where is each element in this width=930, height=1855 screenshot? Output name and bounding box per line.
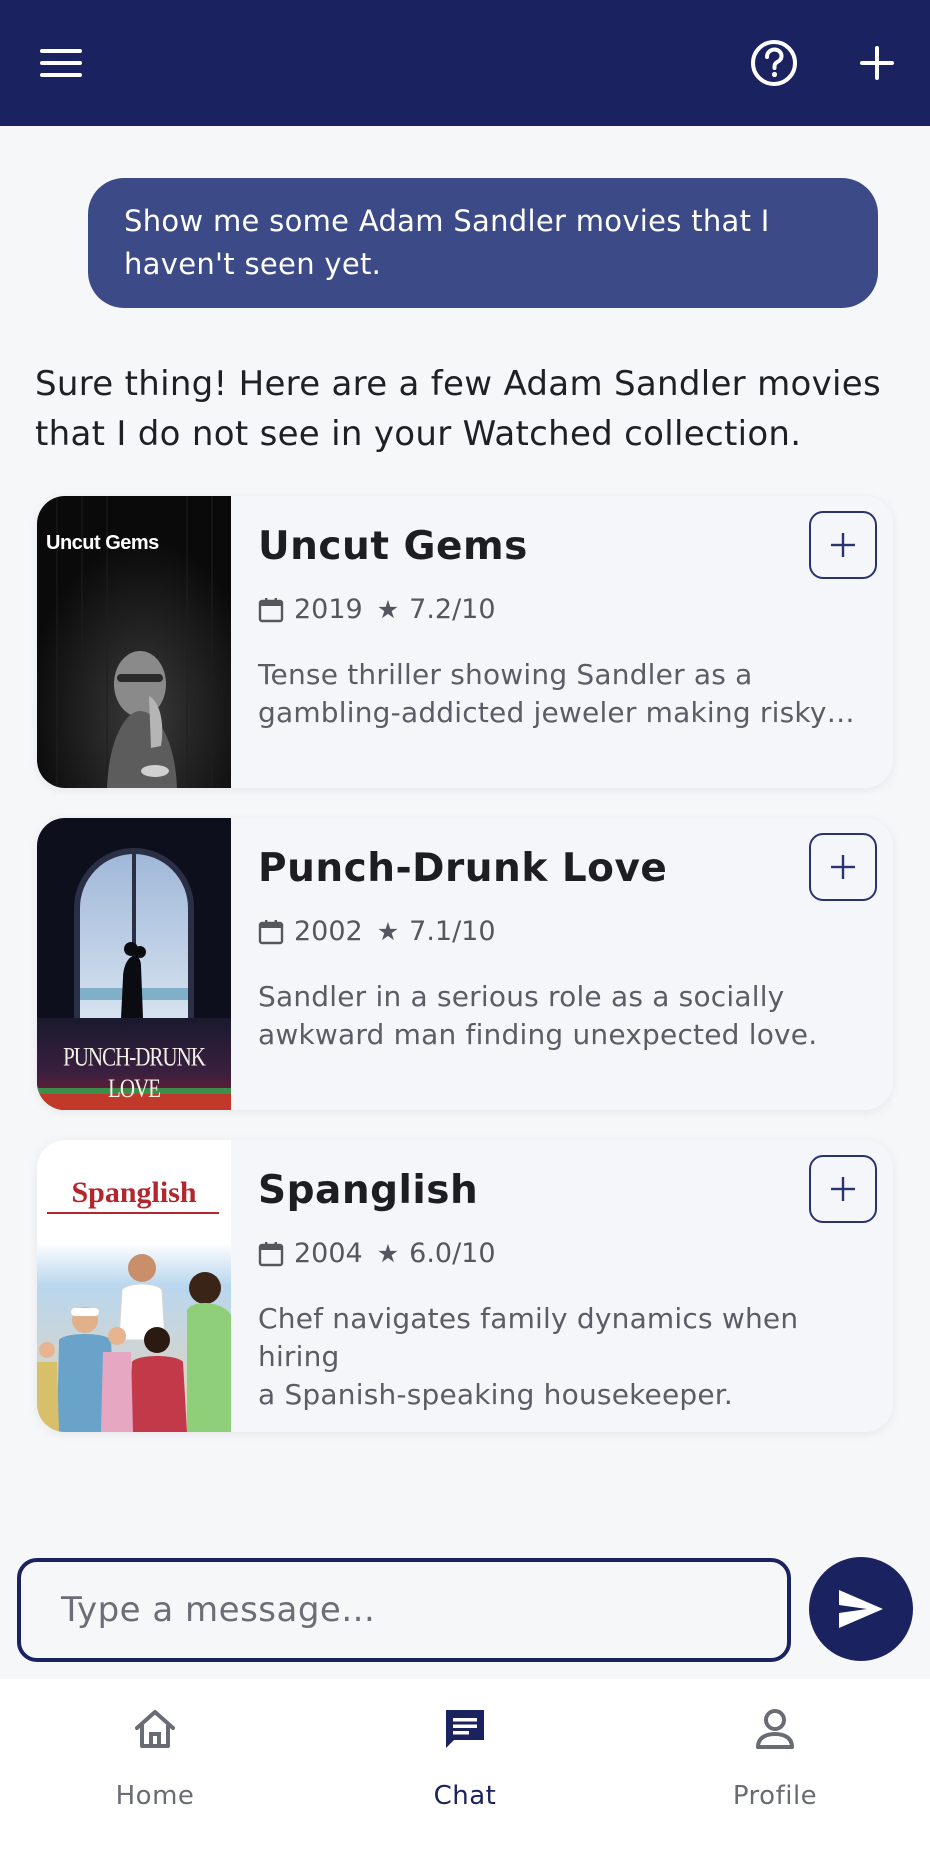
menu-icon bbox=[40, 49, 82, 77]
movie-description: Tense thriller showing Sandler as a gamb… bbox=[258, 656, 858, 732]
movie-meta: 2019 ★ 7.2/10 bbox=[258, 594, 496, 625]
movie-rating: 7.1/10 bbox=[409, 916, 496, 947]
movie-meta: 2002 ★ 7.1/10 bbox=[258, 916, 496, 947]
star-icon: ★ bbox=[376, 1239, 400, 1268]
plus-icon bbox=[860, 46, 894, 80]
profile-icon bbox=[749, 1703, 801, 1755]
description-line: Sandler in a serious role as a socially bbox=[258, 980, 785, 1013]
add-to-watchlist-button[interactable] bbox=[809, 511, 877, 579]
poster-title: Spanglish bbox=[71, 1176, 197, 1209]
movie-title: Spanglish bbox=[258, 1168, 479, 1213]
description-line: Chef navigates family dynamics when hiri… bbox=[258, 1302, 799, 1373]
movie-year: 2019 bbox=[294, 594, 363, 625]
message-input[interactable] bbox=[17, 1558, 791, 1662]
movie-poster: Uncut Gems bbox=[37, 496, 231, 788]
app-header bbox=[0, 0, 930, 126]
calendar-icon bbox=[258, 597, 284, 622]
nav-label: Profile bbox=[732, 1781, 818, 1811]
movie-title: Uncut Gems bbox=[258, 524, 528, 569]
description-line: awkward man finding unexpected love. bbox=[258, 1018, 818, 1051]
movie-meta: 2004 ★ 6.0/10 bbox=[258, 1238, 496, 1269]
description-line: Tense thriller showing Sandler as a bbox=[258, 658, 753, 691]
movie-description: Chef navigates family dynamics when hiri… bbox=[258, 1300, 858, 1414]
description-line: gambling-addicted jeweler making risky b… bbox=[258, 696, 858, 729]
movie-rating: 7.2/10 bbox=[409, 594, 496, 625]
star-icon: ★ bbox=[376, 595, 400, 624]
plus-icon bbox=[831, 855, 855, 879]
plus-icon bbox=[831, 1177, 855, 1201]
menu-button[interactable] bbox=[31, 33, 91, 93]
chat-icon bbox=[439, 1703, 491, 1755]
help-circle-icon bbox=[751, 40, 797, 86]
movie-card[interactable]: Spanglish Spanglish 2004 ★ 6.0/10 Chef n… bbox=[37, 1140, 893, 1432]
movie-card[interactable]: Uncut Gems Uncut Gems 2019 ★ 7.2/10 Tens… bbox=[37, 496, 893, 788]
add-to-watchlist-button[interactable] bbox=[809, 833, 877, 901]
plus-icon bbox=[831, 533, 855, 557]
poster-title: Uncut Gems bbox=[46, 532, 159, 554]
help-button[interactable] bbox=[744, 33, 804, 93]
send-button[interactable] bbox=[809, 1557, 913, 1661]
movie-poster: PUNCH-DRUNK LOVE bbox=[37, 818, 231, 1110]
new-chat-button[interactable] bbox=[847, 33, 907, 93]
movie-rating: 6.0/10 bbox=[409, 1238, 496, 1269]
description-line: a Spanish-speaking housekeeper. bbox=[258, 1378, 734, 1411]
send-icon bbox=[839, 1590, 883, 1628]
calendar-icon bbox=[258, 919, 284, 944]
nav-label: Home bbox=[115, 1781, 195, 1811]
add-to-watchlist-button[interactable] bbox=[809, 1155, 877, 1223]
nav-item-home[interactable]: Home bbox=[35, 1679, 275, 1855]
movie-card[interactable]: PUNCH-DRUNK LOVE Punch-Drunk Love 2002 ★… bbox=[37, 818, 893, 1110]
movie-year: 2002 bbox=[294, 916, 363, 947]
movie-title: Punch-Drunk Love bbox=[258, 846, 668, 891]
bottom-navigation: Home Chat Profile bbox=[0, 1679, 930, 1855]
user-message-bubble: Show me some Adam Sandler movies that I … bbox=[88, 178, 878, 308]
poster-title: PUNCH-DRUNK LOVE bbox=[63, 1041, 206, 1103]
movie-description: Sandler in a serious role as a socially … bbox=[258, 978, 858, 1054]
nav-item-profile[interactable]: Profile bbox=[655, 1679, 895, 1855]
home-icon bbox=[129, 1703, 181, 1755]
movie-poster: Spanglish bbox=[37, 1140, 231, 1432]
calendar-icon bbox=[258, 1241, 284, 1266]
star-icon: ★ bbox=[376, 917, 400, 946]
nav-item-chat[interactable]: Chat bbox=[345, 1679, 585, 1855]
movie-year: 2004 bbox=[294, 1238, 363, 1269]
assistant-message: Sure thing! Here are a few Adam Sandler … bbox=[35, 364, 881, 454]
nav-label: Chat bbox=[433, 1781, 497, 1811]
